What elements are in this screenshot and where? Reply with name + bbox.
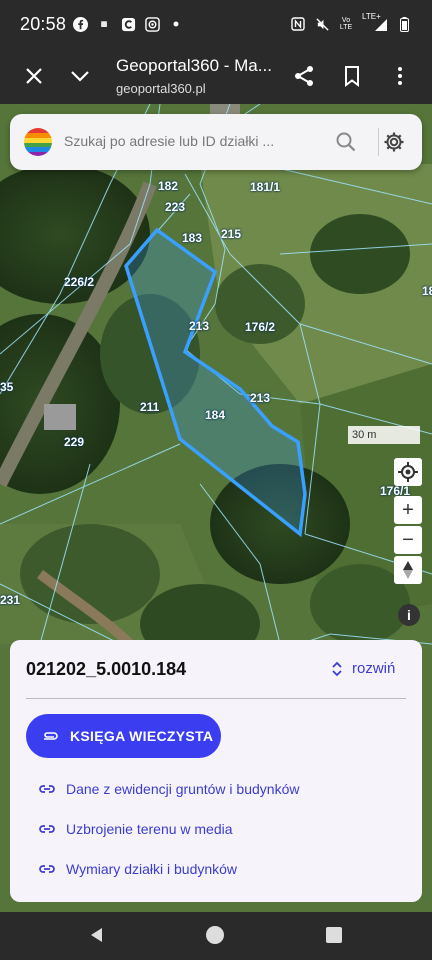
zoom-in-icon: + bbox=[402, 498, 414, 521]
gear-icon[interactable] bbox=[382, 130, 406, 154]
zoom-in-button[interactable]: + bbox=[394, 496, 422, 524]
plot-label: 226/2 bbox=[64, 275, 95, 289]
nfc-icon bbox=[290, 16, 306, 32]
link-uzbrojenie-label: Uzbrojenie terenu w media bbox=[66, 821, 233, 837]
custom-tab-toolbar: Geoportal360 - Ma... geoportal360.pl bbox=[0, 48, 432, 104]
plot-label: 18 bbox=[422, 284, 432, 298]
close-icon[interactable] bbox=[22, 64, 46, 88]
search-divider bbox=[378, 128, 379, 156]
zoom-out-button[interactable]: − bbox=[394, 526, 422, 554]
plot-label: 211 bbox=[140, 400, 160, 414]
link-icon bbox=[38, 860, 56, 878]
paperclip-icon bbox=[42, 727, 60, 745]
temu-icon: ▦ bbox=[100, 20, 108, 28]
link-wymiary[interactable]: Wymiary działki i budynków bbox=[38, 860, 237, 878]
locate-icon bbox=[398, 462, 418, 482]
expand-button[interactable]: rozwiń bbox=[332, 660, 395, 677]
link-ewidencja-label: Dane z ewidencji gruntów i budynków bbox=[66, 781, 300, 797]
chevron-down-icon[interactable] bbox=[68, 64, 92, 88]
geoportal-logo-icon bbox=[24, 128, 52, 156]
plot-label: 182 bbox=[158, 179, 179, 193]
zoom-out-icon: − bbox=[402, 528, 414, 551]
info-icon[interactable]: i bbox=[398, 604, 420, 626]
volte-icon: Vo LTE bbox=[339, 17, 353, 31]
share-icon[interactable] bbox=[292, 64, 316, 88]
page-title: Geoportal360 - Ma... bbox=[116, 56, 272, 75]
plot-label: 213 bbox=[189, 319, 210, 333]
plot-label: 223 bbox=[165, 200, 186, 214]
plot-label: 176/2 bbox=[245, 320, 276, 334]
status-bar: 20:58 ▦ Vo LTE LTE+ bbox=[0, 0, 432, 48]
plot-label: 231 bbox=[0, 593, 21, 607]
plot-label: 229 bbox=[64, 435, 85, 449]
status-left-icons: ▦ bbox=[72, 16, 184, 32]
link-icon bbox=[38, 780, 56, 798]
app-c-icon bbox=[120, 16, 136, 32]
plot-label: 183 bbox=[182, 231, 203, 245]
app-camera-icon bbox=[144, 16, 160, 32]
page-url[interactable]: geoportal360.pl bbox=[116, 81, 206, 96]
ksiega-wieczysta-label: KSIĘGA WIECZYSTA bbox=[70, 728, 214, 744]
panel-divider bbox=[26, 698, 406, 699]
parcel-info-panel: 021202_5.0010.184 rozwiń KSIĘGA WIECZYST… bbox=[10, 640, 422, 902]
link-wymiary-label: Wymiary działki i budynków bbox=[66, 861, 238, 877]
search-input[interactable]: Szukaj po adresie lub ID działki ... bbox=[64, 133, 274, 149]
compass-icon bbox=[401, 560, 415, 580]
back-icon[interactable] bbox=[88, 926, 106, 949]
link-ewidencja[interactable]: Dane z ewidencji gruntów i budynków bbox=[38, 780, 299, 798]
system-nav-bar bbox=[0, 912, 432, 960]
search-icon[interactable] bbox=[334, 130, 358, 154]
compass-button[interactable] bbox=[394, 556, 422, 584]
status-right-icons: Vo LTE LTE+ bbox=[290, 12, 412, 32]
link-icon bbox=[38, 820, 56, 838]
status-time: 20:58 bbox=[20, 14, 67, 34]
expand-label: rozwiń bbox=[352, 660, 396, 677]
mute-icon bbox=[314, 16, 330, 32]
expand-chevrons-icon bbox=[332, 661, 342, 677]
search-bar[interactable]: Szukaj po adresie lub ID działki ... bbox=[10, 114, 422, 170]
plot-label: 213 bbox=[250, 391, 271, 405]
map-scale-label: 30 m bbox=[352, 429, 377, 441]
lte-signal-icon: LTE+ bbox=[362, 12, 388, 32]
locate-button[interactable] bbox=[394, 458, 422, 486]
plot-label: 35 bbox=[0, 380, 14, 394]
plot-label: 184 bbox=[205, 408, 226, 422]
plot-label: 181/1 bbox=[250, 180, 281, 194]
battery-icon bbox=[396, 16, 412, 32]
plot-label: 215 bbox=[221, 227, 242, 241]
parcel-id: 021202_5.0010.184 bbox=[26, 659, 187, 679]
link-uzbrojenie[interactable]: Uzbrojenie terenu w media bbox=[38, 820, 233, 838]
bookmark-icon[interactable] bbox=[340, 64, 364, 88]
map-scale: 30 m bbox=[348, 426, 420, 444]
recents-icon[interactable] bbox=[326, 927, 342, 943]
more-options-icon[interactable] bbox=[388, 64, 412, 88]
facebook-icon bbox=[72, 16, 88, 32]
dot-icon bbox=[168, 16, 184, 32]
ksiega-wieczysta-button[interactable]: KSIĘGA WIECZYSTA bbox=[26, 714, 221, 758]
home-icon[interactable] bbox=[206, 926, 224, 944]
